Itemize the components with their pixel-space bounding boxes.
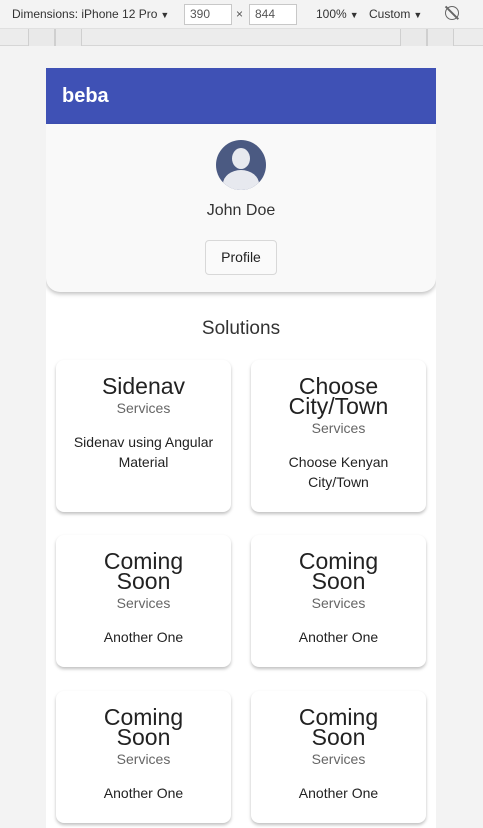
device-select[interactable]: Dimensions: iPhone 12 Pro ▼	[12, 7, 169, 21]
card-description: Another One	[298, 629, 379, 645]
card-description: Another One	[298, 785, 379, 801]
throttle-label: Custom	[369, 7, 411, 21]
card-subtitle: Services	[311, 595, 366, 611]
card-title: Choose City/Town	[288, 373, 389, 419]
zoom-select[interactable]: 100% ▼	[316, 7, 359, 21]
solution-card-coming-soon[interactable]: Coming Soon Services Another One	[56, 691, 231, 823]
card-subtitle: Services	[311, 751, 366, 767]
user-name: John Doe	[206, 202, 276, 219]
card-subtitle: Services	[116, 751, 171, 767]
card-title: Coming Soon	[298, 704, 379, 750]
solution-card-coming-soon[interactable]: Coming Soon Services Another One	[251, 691, 426, 823]
device-label: Dimensions: iPhone 12 Pro	[12, 7, 158, 21]
chevron-down-icon: ▼	[349, 10, 359, 20]
solution-card-sidenav[interactable]: Sidenav Services Sidenav using Angular M…	[56, 360, 231, 512]
card-subtitle: Services	[116, 400, 171, 416]
card-title: Coming Soon	[103, 548, 184, 594]
height-input[interactable]: 844	[249, 4, 297, 25]
zoom-label: 100%	[316, 7, 347, 21]
rotate-icon[interactable]	[445, 6, 459, 20]
card-description: Another One	[103, 785, 184, 801]
card-title: Sidenav	[101, 373, 186, 399]
card-title: Coming Soon	[103, 704, 184, 750]
user-icon-head	[232, 148, 250, 169]
card-description: Another One	[103, 629, 184, 645]
device-viewport: beba John Doe Profile Solutions Sidenav …	[46, 68, 436, 828]
solution-card-coming-soon[interactable]: Coming Soon Services Another One	[251, 535, 426, 667]
width-input[interactable]: 390	[184, 4, 232, 25]
solution-card-coming-soon[interactable]: Coming Soon Services Another One	[56, 535, 231, 667]
app-toolbar: beba	[46, 68, 436, 124]
user-icon-body	[223, 170, 259, 190]
dimension-separator: ×	[236, 7, 244, 21]
ruler-segment[interactable]	[28, 29, 55, 46]
ruler-segment[interactable]	[400, 29, 427, 46]
card-title: Coming Soon	[298, 548, 379, 594]
ruler-segment[interactable]	[427, 29, 454, 46]
media-query-ruler	[0, 29, 483, 46]
throttle-select[interactable]: Custom ▼	[369, 7, 422, 21]
card-subtitle: Services	[311, 420, 366, 436]
solution-card-city-town[interactable]: Choose City/Town Services Choose Kenyan …	[251, 360, 426, 512]
card-description: Choose Kenyan City/Town	[288, 454, 389, 490]
solutions-heading: Solutions	[201, 318, 281, 339]
profile-button[interactable]: Profile	[205, 240, 277, 275]
app-title[interactable]: beba	[62, 85, 109, 107]
chevron-down-icon: ▼	[160, 10, 170, 20]
card-subtitle: Services	[116, 595, 171, 611]
avatar	[216, 140, 266, 190]
ruler-segment[interactable]	[55, 29, 82, 46]
card-description: Sidenav using Angular Material	[73, 434, 214, 470]
chevron-down-icon: ▼	[413, 10, 423, 20]
devtools-toolbar: Dimensions: iPhone 12 Pro ▼ 390 × 844 100…	[0, 0, 483, 29]
